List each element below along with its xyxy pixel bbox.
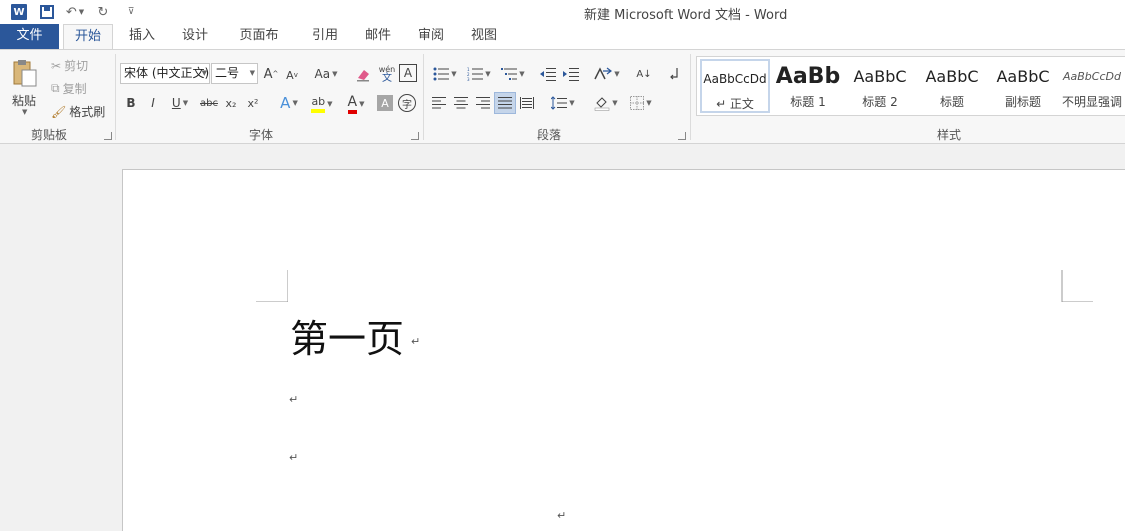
tab-page-layout[interactable]: 页面布局 [234,24,284,67]
tab-insert[interactable]: 插入 [128,24,156,49]
clipboard-launcher-icon[interactable] [104,132,112,140]
paragraph-mark: ↵ [289,451,299,464]
paragraph-group-label: 段落 [537,128,562,142]
tab-mailings[interactable]: 邮件 [364,24,392,49]
font-color-icon[interactable]: A ▼ [341,93,371,115]
grow-font-icon[interactable]: A ^ [262,64,280,84]
document-page[interactable] [122,169,1125,531]
numbering-icon[interactable]: 1 2 3 ▼ [464,64,494,84]
align-center-icon[interactable] [452,94,470,112]
shrink-font-icon[interactable]: Av [284,66,300,84]
paragraph-mark: ↵ [411,335,421,348]
svg-text:3: 3 [467,77,470,81]
bullets-icon[interactable]: ▼ [430,64,460,84]
sort-icon[interactable]: A↓ [634,63,654,85]
decrease-indent-icon[interactable] [539,64,557,84]
phonetic-guide-icon[interactable]: wén 文 [377,63,397,85]
increase-indent-icon[interactable] [562,64,580,84]
style-heading-1[interactable]: AaBb 标题 1 [773,59,843,113]
tab-references[interactable]: 引用 [311,24,339,49]
tab-home[interactable]: 开始 [63,24,113,50]
paste-button[interactable]: 粘贴 [12,92,36,109]
paragraph-mark: ↵ [289,393,299,406]
multilevel-list-icon[interactable]: ▼ [498,64,528,84]
tab-design[interactable]: 设计 [181,24,209,49]
align-right-icon[interactable] [474,94,492,112]
style-normal[interactable]: AaBbCcDd ↵ 正文 [700,59,770,113]
align-left-icon[interactable] [430,94,448,112]
italic-icon[interactable]: I [146,94,160,112]
title-bar: W ↶ ▼ ↻ ⊽ 新建 Microsoft Word 文档 - Word [0,0,1125,24]
bold-icon[interactable]: B [124,94,138,112]
quick-access-toolbar: W ↶ ▼ ↻ ⊽ [8,3,148,21]
font-group-label: 字体 [249,128,274,142]
paste-dropdown-icon[interactable]: ▼ [22,108,27,116]
highlight-color-icon[interactable]: ab ▼ [307,93,337,115]
chinese-layout-icon[interactable]: ▼ [592,64,622,84]
character-shading-icon[interactable]: A [377,95,393,111]
save-icon[interactable] [36,3,58,21]
show-hide-marks-icon[interactable] [666,64,682,84]
copy-icon: ⧉ [51,81,60,95]
distributed-icon[interactable] [518,94,536,112]
enclose-characters-icon[interactable]: 字 [398,94,416,112]
document-heading[interactable]: 第一页 [290,308,404,363]
word-app-icon[interactable]: W [8,3,30,21]
crop-mark-top-right [1061,270,1093,302]
clipboard-group-label: 剪贴板 [31,128,68,142]
clear-formatting-icon[interactable] [355,64,373,84]
brush-icon: 🖌 [51,104,67,119]
change-case-icon[interactable]: Aa ▼ [312,64,340,84]
style-subtitle[interactable]: AaBbC 副标题 [988,59,1058,113]
copy-button[interactable]: ⧉ 复制 [51,80,87,97]
tab-file[interactable]: 文件 [0,24,59,49]
paragraph-mark: ↵ [557,509,567,522]
subscript-icon[interactable]: x₂ [223,94,239,112]
paragraph-launcher-icon[interactable] [678,132,686,140]
font-name-combo[interactable]: 宋体 (中文正文) ▼ [120,63,210,84]
underline-icon[interactable]: U ▼ [168,94,192,112]
line-spacing-icon[interactable]: ▼ [548,93,578,113]
scissors-icon: ✂ [51,58,62,73]
redo-icon[interactable]: ↻ [92,3,114,21]
style-subtle-emphasis[interactable]: AaBbCcDd 不明显强调 [1059,59,1125,113]
styles-group-label: 样式 [937,128,962,142]
cut-button[interactable]: ✂ 剪切 [51,57,88,74]
tab-view[interactable]: 视图 [470,24,498,49]
customize-qat-icon[interactable]: ⊽ [120,3,142,21]
strikethrough-icon[interactable]: abc [199,94,219,112]
borders-icon[interactable]: ▼ [626,93,656,113]
text-effects-icon[interactable]: A ▼ [276,93,302,113]
document-area [0,145,1125,531]
font-launcher-icon[interactable] [411,132,419,140]
ribbon-tabs: 文件 开始 插入 设计 页面布局 引用 邮件 审阅 视图 [0,24,1125,67]
crop-mark-top-left [256,270,288,302]
tab-review[interactable]: 审阅 [417,24,445,49]
superscript-icon[interactable]: x² [245,94,261,112]
font-size-combo[interactable]: 二号 ▼ [211,63,258,84]
justify-icon[interactable] [494,92,516,114]
window-title: 新建 Microsoft Word 文档 - Word [584,8,788,23]
styles-gallery: AaBbCcDd ↵ 正文 AaBb 标题 1 AaBbC 标题 2 AaBbC… [696,56,1125,116]
style-heading-2[interactable]: AaBbC 标题 2 [845,59,915,113]
undo-icon[interactable]: ↶ ▼ [64,3,86,21]
paste-icon[interactable] [10,58,40,88]
shading-icon[interactable]: ▼ [591,93,621,113]
format-painter-button[interactable]: 🖌 格式刷 [51,103,105,120]
ribbon: 粘贴 ▼ ✂ 剪切 ⧉ 复制 🖌 格式刷 剪贴板 宋体 (中文正文) ▼ 二号 ▼ A ^ … [0,49,1125,144]
character-border-icon[interactable]: A [399,64,417,82]
style-title[interactable]: AaBbC 标题 [917,59,987,113]
